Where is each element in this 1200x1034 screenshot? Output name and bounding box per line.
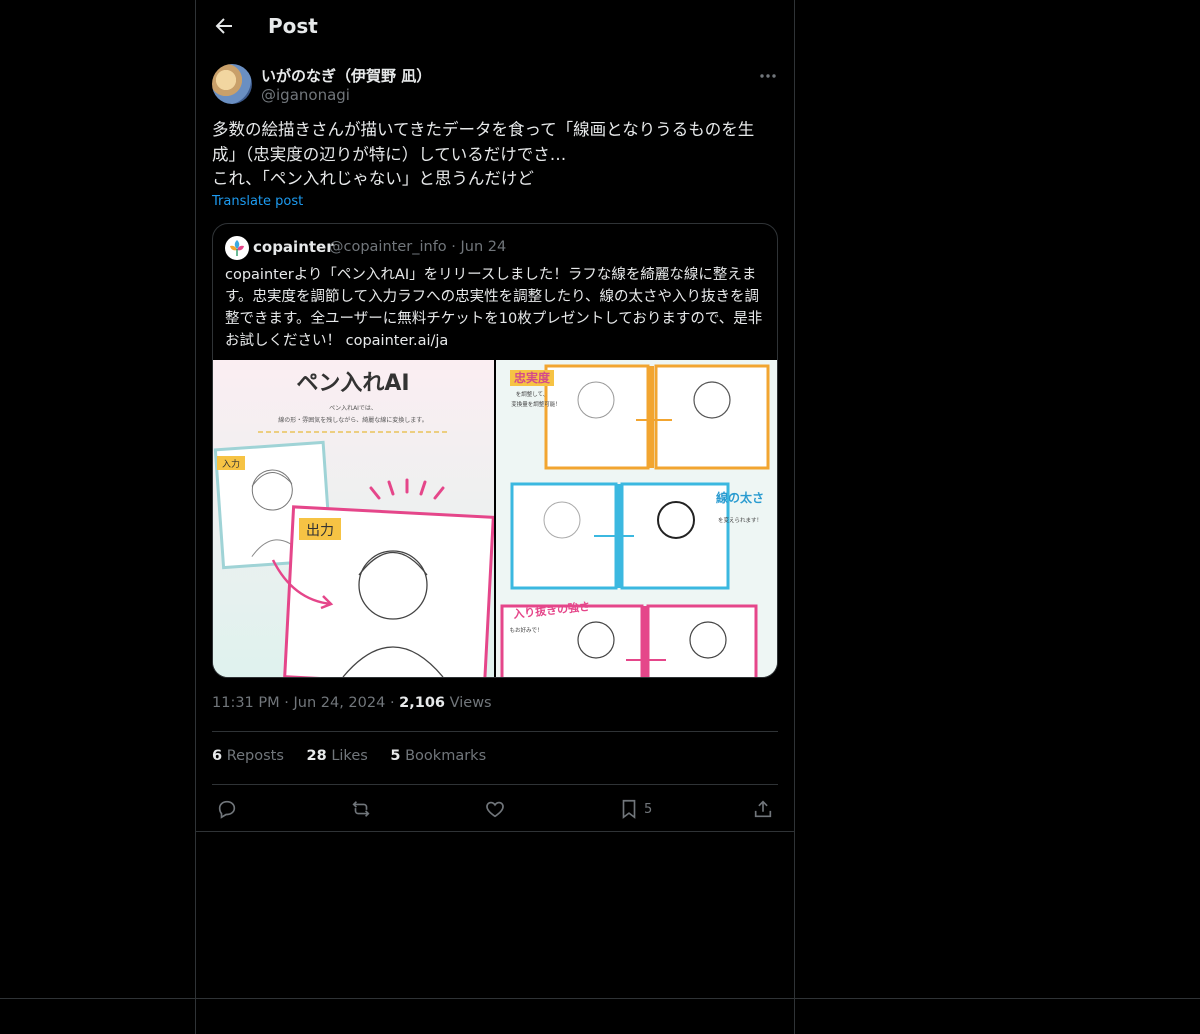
post-stats: 6 Reposts 28 Likes 5 Bookmarks <box>212 748 504 764</box>
avatar[interactable] <box>212 64 252 104</box>
svg-text:を調整して、: を調整して、 <box>516 390 549 398</box>
post-text: 多数の絵描きさんが描いてきたデータを食って「線画となりうるものを生成」（忠実度の… <box>212 120 755 188</box>
post-author: いがのなぎ（伊賀野 凪） @iganonagi <box>212 64 778 108</box>
svg-text:線の形・雰囲気を残しながら、綺麗な線に変換します。: 線の形・雰囲気を残しながら、綺麗な線に変換します。 <box>278 416 427 424</box>
quote-image-right[interactable]: 忠実度 を調整して、 変換量を調整可能！ 線の太さ を変えられます！ 入り抜きの… <box>496 360 777 677</box>
divider <box>212 731 778 732</box>
views-count: 2,106 <box>399 695 446 711</box>
fidelity-label: 忠実度 <box>514 370 551 385</box>
bookmark-icon[interactable] <box>618 798 640 820</box>
svg-text:変換量を調整可能！: 変換量を調整可能！ <box>511 400 561 408</box>
divider <box>212 784 778 785</box>
translate-post-link[interactable]: Translate post <box>212 194 303 209</box>
views-label: Views <box>449 695 492 711</box>
share-icon[interactable] <box>752 798 774 820</box>
post-meta: 11:31 PM · Jun 24, 2024 · 2,106 Views <box>212 695 492 711</box>
quoted-post[interactable]: copainter @copainter_info · Jun 24 copai… <box>212 223 778 678</box>
back-arrow-icon[interactable] <box>212 14 236 38</box>
quote-author-handle: @copainter_info · Jun 24 <box>329 239 507 255</box>
repost-icon[interactable] <box>350 798 372 820</box>
thickness-note: を変えられます！ <box>718 516 762 524</box>
post-column: Post いがのなぎ（伊賀野 凪） @iganonagi 多数の絵描きさんが描い… <box>195 0 795 1034</box>
svg-text:ペン入れAIでは、: ペン入れAIでは、 <box>329 405 377 412</box>
page-title: Post <box>268 14 318 38</box>
quote-author-name: copainter <box>253 238 334 256</box>
bookmark-count: 5 <box>644 802 653 817</box>
post-header: Post <box>196 0 794 53</box>
reply-icon[interactable] <box>216 798 238 820</box>
copainter-logo-icon <box>226 237 248 259</box>
divider <box>196 831 794 832</box>
image-title: ペン入れAI <box>296 371 409 396</box>
quote-image-left[interactable]: ペン入れAI ペン入れAIでは、 線の形・雰囲気を残しながら、綺麗な線に変換しま… <box>213 360 494 677</box>
quote-text: copainterより「ペン入れAI」をリリースしました！ラフな線を綺麗な線に整… <box>225 267 763 349</box>
author-handle[interactable]: @iganonagi <box>261 86 350 104</box>
bottom-divider <box>0 998 1200 999</box>
post-time[interactable]: 11:31 PM <box>212 695 280 711</box>
like-heart-icon[interactable] <box>484 798 506 820</box>
taper-note: もお好みで！ <box>509 626 542 634</box>
reposts-stat[interactable]: 6 Reposts <box>212 748 284 764</box>
thickness-label: 線の太さ <box>716 490 764 505</box>
author-name[interactable]: いがのなぎ（伊賀野 凪） <box>261 65 431 86</box>
bookmarks-stat[interactable]: 5 Bookmarks <box>390 748 486 764</box>
likes-stat[interactable]: 28 Likes <box>307 748 368 764</box>
action-bar: 5 <box>212 796 778 824</box>
post-date[interactable]: Jun 24, 2024 <box>293 695 385 711</box>
quote-avatar <box>225 236 249 260</box>
more-options-icon[interactable] <box>758 66 778 86</box>
output-label: 出力 <box>306 523 334 539</box>
input-label: 入力 <box>222 458 240 470</box>
